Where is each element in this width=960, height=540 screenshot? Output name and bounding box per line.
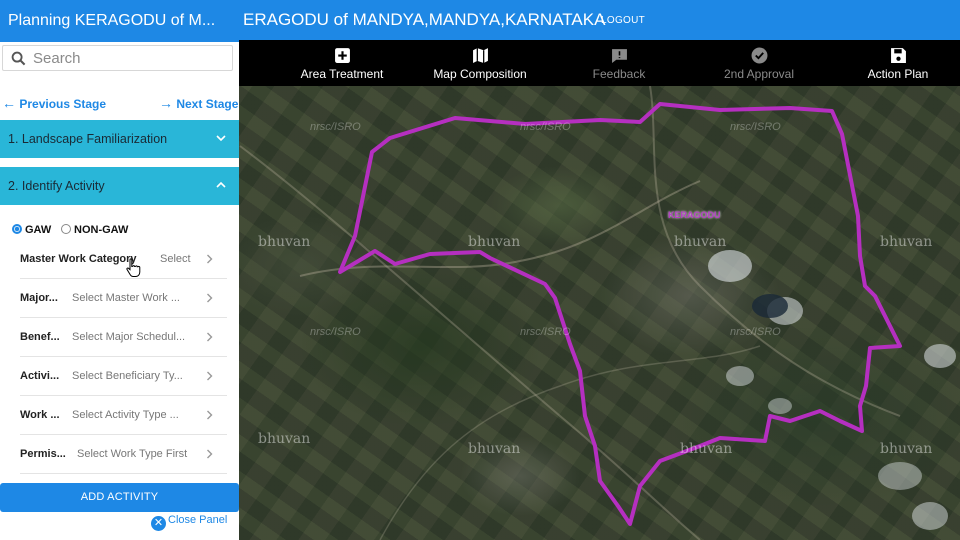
toolbar-action-plan[interactable]: Action Plan [838,40,958,86]
toolbar-feedback[interactable]: Feedback [559,40,679,86]
field-value: Select Work Type First [77,448,188,460]
village-boundary [338,102,902,526]
page-title: ERAGODU of MANDYA,MANDYA,KARNATAKA [243,10,606,29]
radio-dot [61,224,71,234]
field-major-schedule[interactable]: Major... Select Master Work ... [20,279,227,318]
map-watermark: bhuvan [674,234,727,250]
chevron-right-icon [207,254,213,264]
panel-header: Planning KERAGODU of M... [0,0,239,42]
field-label: Permis... [20,448,66,460]
map-credit: nrsc/ISRO [730,326,781,338]
section-landscape-familiarization[interactable]: 1. Landscape Familiarization [0,120,239,158]
field-value: Select Master Work ... [72,292,180,304]
radio-dot [12,224,22,234]
search-box [2,45,233,71]
hand-cursor-icon [126,258,141,277]
map-watermark: bhuvan [680,441,733,457]
chevron-down-icon [216,135,226,142]
field-label: Major... [20,292,58,304]
add-activity-button[interactable]: ADD ACTIVITY [0,483,239,512]
radio-gaw[interactable]: GAW [12,224,51,236]
field-master-work-category[interactable]: Master Work Category Select [20,240,227,279]
field-value: Select Activity Type ... [72,409,179,421]
field-beneficiary-type[interactable]: Benef... Select Major Schedul... [20,318,227,357]
field-label: Benef... [20,331,60,343]
toolbar-label: 2nd Approval [723,67,795,81]
map-watermark: bhuvan [468,234,521,250]
radio-label: GAW [25,224,52,236]
save-icon [890,48,906,63]
check-circle-icon [751,47,767,64]
toolbar-map-composition[interactable]: Map Composition [420,40,540,86]
field-label: Work ... [20,409,60,421]
plus-square-icon [334,48,350,63]
arrow-right-icon: → [159,95,173,111]
close-icon: ✕ [151,516,166,531]
previous-stage-button[interactable]: ← Previous Stage [2,95,106,111]
radio-non-gaw[interactable]: NON-GAW [61,224,128,236]
toolbar-2nd-approval[interactable]: 2nd Approval [699,40,819,86]
next-stage-button[interactable]: → Next Stage [159,95,238,111]
map-credit: nrsc/ISRO [520,326,571,338]
previous-stage-label: Previous Stage [19,97,107,111]
map-watermark: bhuvan [258,234,311,250]
arrow-left-icon: ← [2,95,16,111]
feedback-icon [611,49,627,63]
village-label: KERAGODU [668,210,721,220]
panel-title: Planning KERAGODU of M... [8,12,216,29]
toolbar-label: Map Composition [433,67,527,81]
section-identify-activity[interactable]: 2. Identify Activity [0,167,239,205]
close-panel-label: Close Panel [168,514,228,526]
map-watermark: bhuvan [880,441,933,457]
map-credit: nrsc/ISRO [520,121,571,133]
field-permissible-work[interactable]: Permis... Select Work Type First [20,435,227,474]
map-watermark: bhuvan [880,234,933,250]
chevron-right-icon [207,410,213,420]
section-label: 2. Identify Activity [8,179,105,193]
map-credit: nrsc/ISRO [310,121,361,133]
planning-panel: Planning KERAGODU of M... ← Previous Sta… [0,0,239,540]
next-stage-label: Next Stage [176,97,239,111]
map-watermark: bhuvan [468,441,521,457]
search-icon [11,51,26,66]
map-credit: nrsc/ISRO [730,121,781,133]
search-input[interactable] [33,49,223,67]
field-value: Select Beneficiary Ty... [72,370,183,382]
toolbar-area-treatment[interactable]: Area Treatment [282,40,402,86]
radio-label: NON-GAW [74,224,129,236]
field-activity-type[interactable]: Activi... Select Beneficiary Ty... [20,357,227,396]
chevron-right-icon [207,332,213,342]
chevron-right-icon [207,371,213,381]
section-label: 1. Landscape Familiarization [8,132,168,146]
map-icon [472,48,488,63]
map-credit: nrsc/ISRO [310,326,361,338]
field-value: Select [160,253,191,265]
chevron-right-icon [207,449,213,459]
toolbar-label: Feedback [592,67,646,81]
field-label: Master Work Category [20,253,137,265]
toolbar-label: Action Plan [867,67,929,81]
field-value: Select Major Schedul... [72,331,186,343]
field-label: Activi... [20,370,60,382]
toolbar-label: Area Treatment [300,67,384,81]
chevron-up-icon [216,181,226,188]
field-work-type[interactable]: Work ... Select Activity Type ... [20,396,227,435]
map-watermark: bhuvan [258,431,311,447]
close-panel-button[interactable]: ✕ Close Panel [151,514,227,531]
chevron-right-icon [207,293,213,303]
logout-button[interactable]: LOGOUT [601,15,645,26]
